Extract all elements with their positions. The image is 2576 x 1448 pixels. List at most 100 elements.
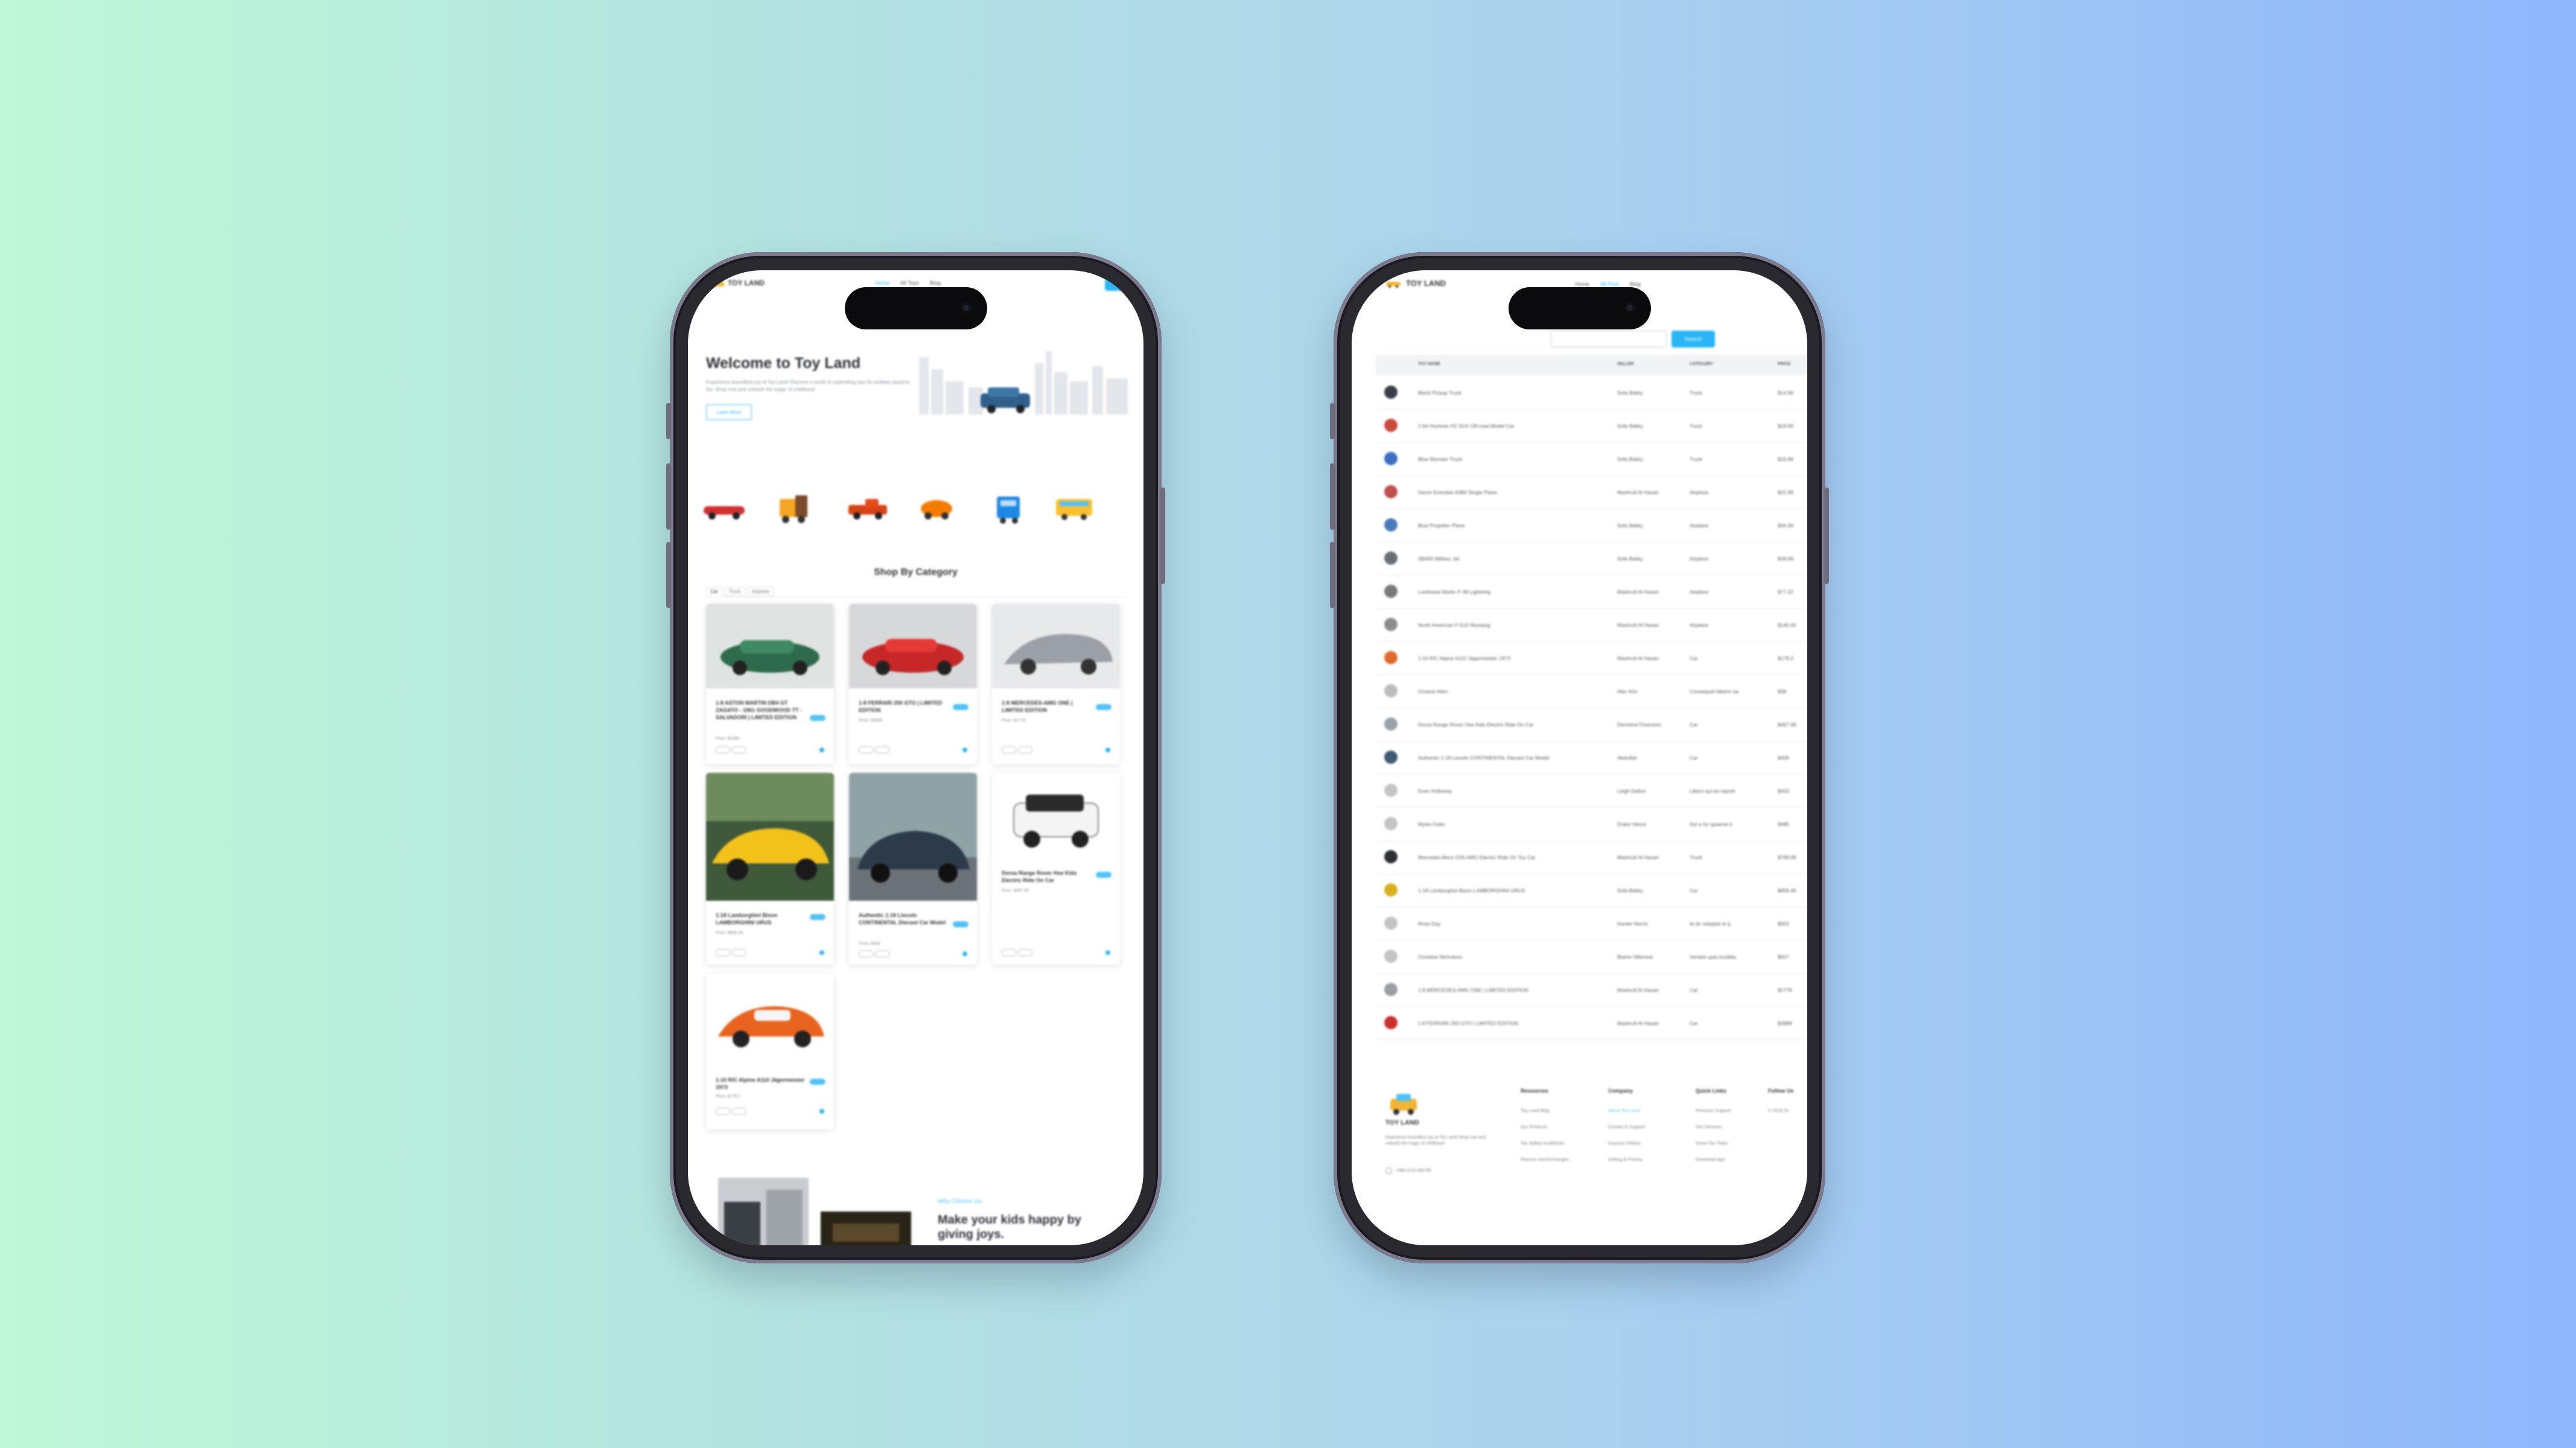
search-button[interactable]: Search (1671, 331, 1715, 348)
table-row[interactable]: Octavia Allen Alec Kim Consequat hiberm ea… (1376, 675, 1807, 708)
table-row[interactable]: Dorsa Range Rover Hse Kids Electric Ride… (1376, 708, 1807, 741)
footer-link[interactable]: Returns and Exchanges (1521, 1151, 1569, 1167)
footer-link[interactable]: Our Services (1696, 1119, 1731, 1135)
cart-icon[interactable] (1105, 950, 1110, 955)
seller-cell: Sofa Bakky (1617, 556, 1643, 562)
nav-home[interactable]: Home (875, 280, 889, 286)
table-row[interactable]: Daron Emirates A380 Single Plane Mashrufi… (1376, 476, 1807, 509)
cart-icon[interactable] (962, 951, 967, 956)
nav-home[interactable]: Home (1575, 281, 1589, 287)
product-card[interactable]: Authentic 1:18 Lincoln CONTINENTAL Dieca… (849, 773, 977, 965)
price-cell: $3988 (1778, 1020, 1792, 1026)
toy-name-cell: Lockheed Martin P-38 Lightning (1418, 589, 1491, 595)
car-logo-icon (1386, 281, 1401, 288)
table-row[interactable]: Authentic 1:18 Lincoln CONTINENTAL Dieca… (1376, 741, 1807, 775)
camper-van-icon[interactable] (984, 491, 1032, 527)
cart-icon[interactable] (819, 748, 824, 752)
tab-car[interactable]: Car (706, 587, 722, 596)
brand-logo[interactable]: TOY LAND (1385, 279, 1446, 288)
footer-link[interactable]: Premium Support (1696, 1102, 1731, 1119)
footer-link[interactable]: Download App (1696, 1151, 1731, 1167)
footer-link[interactable]: Setting & Privacy (1608, 1151, 1645, 1167)
toy-name-cell: 1:10 R/C Alpine A110 Jägermeister 1973 (1418, 655, 1510, 661)
product-image-ferrari (849, 604, 977, 688)
product-image-lamborghini-urus (706, 773, 834, 901)
hero-title: Welcome to Toy Land (706, 355, 861, 372)
table-row[interactable]: Myles Duke Drake Vance Aut a fur quaerat d… (1376, 808, 1807, 841)
toy-train-icon[interactable] (771, 491, 819, 527)
table-row[interactable]: North American F-51D Mustang Mashrufi Al … (1376, 609, 1807, 642)
column-price[interactable]: PRICE (1778, 362, 1790, 366)
brand-logo[interactable]: TOY LAND (711, 279, 765, 287)
tab-airplane[interactable]: Airplane (747, 587, 774, 596)
table-row[interactable]: 1:8 MERCEDES-AMG ONE | LIMITED EDITION Ma… (1376, 974, 1807, 1007)
beetle-car-icon[interactable] (912, 491, 961, 527)
table-row[interactable]: Blue Propeller Plane Sofa Bakky Airplane $3… (1376, 509, 1807, 542)
action-button (1330, 403, 1335, 439)
seller-cell: Sofa Bakky (1617, 423, 1643, 429)
footer-link[interactable]: Our Products (1521, 1119, 1569, 1135)
footer-link[interactable]: Know Our Team (1696, 1135, 1731, 1151)
table-row[interactable]: Mercedes-Benz G55 AMG Electric Ride On T… (1376, 841, 1807, 874)
toy-name-cell: Evan Holloway (1418, 788, 1452, 794)
table-row[interactable]: Evan Holloway Leigh Dalton Libero qui ea r… (1376, 775, 1807, 808)
red-convertible-icon[interactable] (700, 491, 748, 527)
table-row[interactable]: Christine Nicholson Blaine Villarreal Veni… (1376, 941, 1807, 974)
table-row[interactable]: Black Pickup Truck Sofa Bakky Truck $14.99 (1376, 376, 1807, 410)
toy-thumbnail (1384, 883, 1398, 897)
category-cell: Car (1690, 755, 1698, 761)
category-cell: Airplane (1690, 522, 1709, 529)
footer-column-follow-us: Follow Us © 2023 To (1768, 1088, 1794, 1119)
table-row[interactable]: Rose Day Hunter Norris Id do voluptat et q… (1376, 907, 1807, 941)
product-card[interactable]: 1:18 Lamborghini Bison LAMBORGHINI URUS … (706, 773, 834, 965)
table-row[interactable]: Blue Monster Truck Sofa Bakky Truck $19.99 (1376, 443, 1807, 476)
table-row[interactable]: 1:8 FERRARI 250 GTO | LIMITED EDITION Mas… (1376, 1007, 1807, 1040)
product-card[interactable]: 1:8 ASTON MARTIN DB4 GT ZAGATO - 1961 GO… (706, 604, 834, 764)
nav-blog[interactable]: Blog (1630, 281, 1641, 287)
product-card[interactable]: 1:10 R/C Alpine A110 Jägermeister 1973 P… (706, 974, 834, 1129)
tab-truck[interactable]: Truck (724, 587, 745, 596)
price-cell: $38 (1778, 688, 1787, 694)
login-button[interactable] (1105, 279, 1143, 291)
footer-link[interactable]: Success History (1608, 1135, 1645, 1151)
footer-link[interactable]: Toy Land Blog (1521, 1102, 1569, 1119)
cart-icon[interactable] (962, 748, 967, 752)
table-row[interactable]: 1:64 Hummer H2 SUV Off-road Model Car Sof… (1376, 410, 1807, 443)
footer-column-title: Follow Us (1768, 1088, 1794, 1094)
cart-icon[interactable] (819, 1109, 824, 1114)
toy-thumbnail (1384, 585, 1398, 598)
toy-thumbnail (1384, 983, 1398, 996)
red-pickup-icon[interactable] (844, 491, 892, 527)
footer-column-resources: Resources Toy Land Blog Our Products Toy… (1521, 1088, 1569, 1167)
product-card[interactable]: Dorsa Range Rover Hse Kids Electric Ride… (992, 773, 1120, 965)
learn-more-button[interactable]: Learn More (706, 404, 752, 420)
table-row[interactable]: SB400 Military Jet Sofa Bakky Airplane $39.… (1376, 542, 1807, 576)
phone-frame-right: TOY LAND Home All Toys Blog Search TOY N… (1330, 252, 1829, 1263)
product-title: 1:8 FERRARI 250 GTO | LIMITED EDITION (859, 700, 943, 713)
nav-links: Home All Toys Blog (875, 280, 941, 286)
table-row[interactable]: 1:18 Lamborghini Bison LAMBORGHINI URUS S… (1376, 874, 1807, 907)
table-row[interactable]: Lockheed Martin P-38 Lightning Mashrufi A… (1376, 576, 1807, 609)
school-bus-icon[interactable] (1050, 491, 1098, 527)
price-cell: $145.00 (1778, 622, 1796, 628)
nav-all-toys[interactable]: All Toys (1600, 281, 1619, 287)
column-toy-name: TOY NAME (1418, 362, 1440, 366)
footer-link[interactable]: Toy Safety Guidelines (1521, 1135, 1569, 1151)
footer-link[interactable]: About Toy Land (1608, 1102, 1645, 1119)
search-input[interactable] (1551, 331, 1667, 348)
footer-description: Experience boundless joy at Toy Land! Sh… (1385, 1135, 1486, 1146)
price-cell: $927 (1778, 954, 1789, 960)
power-button (1824, 487, 1829, 584)
table-row[interactable]: 1:10 R/C Alpine A110 Jägermeister 1973 Ma… (1376, 642, 1807, 675)
category-cell: Car (1690, 722, 1698, 728)
product-badge (1096, 872, 1111, 878)
product-card[interactable]: 1:8 FERRARI 250 GTO | LIMITED EDITION Pr… (849, 604, 977, 764)
cart-icon[interactable] (819, 950, 824, 955)
footer-link[interactable]: Contact & Support (1608, 1119, 1645, 1135)
nav-blog[interactable]: Blog (930, 280, 941, 286)
table-header: TOY NAME SELLER CATEGORY PRICE (1376, 355, 1807, 375)
nav-all-toys[interactable]: All Toys (900, 280, 919, 286)
volume-up-button (1330, 463, 1335, 530)
cart-icon[interactable] (1105, 748, 1110, 752)
product-card[interactable]: 1:8 MERCEDES-AMG ONE | LIMITED EDITION P… (992, 604, 1120, 764)
